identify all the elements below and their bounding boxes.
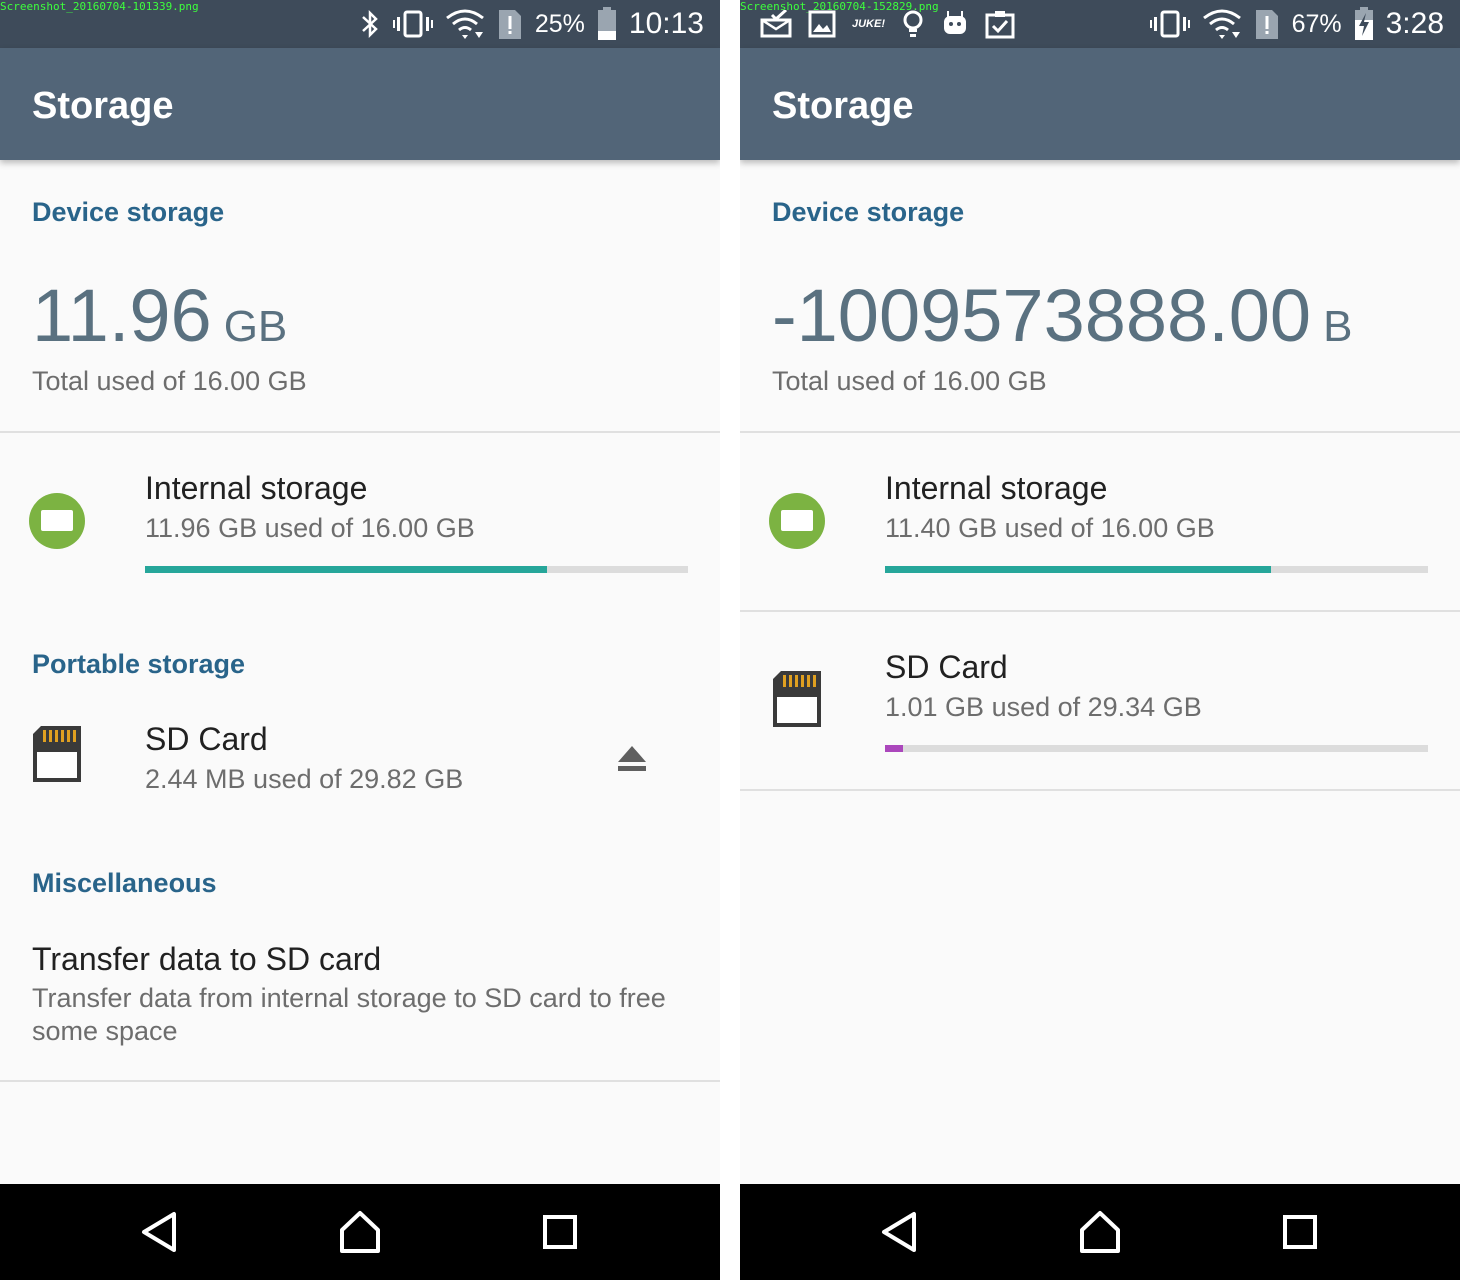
status-right: 67% 3:28 bbox=[1149, 0, 1444, 48]
internal-storage-summary: 11.96 GB used of 16.00 GB bbox=[145, 513, 475, 543]
sd-card-item[interactable]: SD Card 1.01 GB used of 29.34 GB bbox=[740, 612, 1460, 788]
screenshot-filename: Screenshot_20160704-101339.png bbox=[0, 0, 199, 13]
status-bar: Screenshot_20160704-152829.png JUKE! 67%… bbox=[740, 0, 1460, 48]
app-bar: Storage bbox=[740, 48, 1460, 160]
total-used-summary: -1009573888.00 B bbox=[772, 276, 1352, 356]
internal-storage-item[interactable]: Internal storage 11.40 GB used of 16.00 … bbox=[740, 433, 1460, 609]
navigation-bar bbox=[740, 1184, 1460, 1280]
mail-check-icon bbox=[760, 10, 792, 38]
total-used-unit: GB bbox=[223, 302, 288, 351]
vibrate-icon bbox=[1149, 10, 1190, 38]
clock: 10:13 bbox=[628, 7, 704, 40]
chip-icon bbox=[769, 493, 825, 549]
internal-storage-progress bbox=[145, 566, 688, 573]
gallery-icon bbox=[808, 10, 836, 38]
transfer-title: Transfer data to SD card bbox=[32, 941, 382, 977]
sd-card-summary: 1.01 GB used of 29.34 GB bbox=[885, 692, 1202, 722]
sd-card-progress bbox=[885, 745, 1428, 752]
internal-storage-title: Internal storage bbox=[145, 470, 368, 506]
home-icon[interactable] bbox=[1076, 1208, 1124, 1256]
juke-icon: JUKE! bbox=[852, 18, 886, 30]
portable-storage-header: Portable storage bbox=[32, 649, 246, 679]
vibrate-icon bbox=[392, 10, 433, 38]
total-used-caption: Total used of 16.00 GB bbox=[772, 366, 1047, 396]
lightbulb-icon bbox=[903, 10, 923, 37]
total-used-caption: Total used of 16.00 GB bbox=[32, 366, 307, 396]
sd-card-icon bbox=[773, 671, 821, 727]
sim-alert-icon bbox=[1255, 10, 1278, 39]
page-title: Storage bbox=[32, 85, 174, 127]
transfer-description-line1: Transfer data from internal storage to S… bbox=[32, 983, 666, 1013]
divider bbox=[0, 1080, 720, 1082]
status-bar: Screenshot_20160704-101339.png 25% 10:13 bbox=[0, 0, 720, 48]
navigation-bar bbox=[0, 1184, 720, 1280]
bluetooth-icon bbox=[362, 9, 378, 39]
android-robot-icon bbox=[944, 11, 967, 34]
sd-card-title: SD Card bbox=[145, 721, 268, 757]
total-used-summary: 11.96 GB bbox=[32, 276, 287, 356]
total-used-value: 11.96 bbox=[32, 274, 212, 357]
page-title: Storage bbox=[772, 85, 914, 127]
transfer-data-item[interactable]: Transfer data to SD card Transfer data f… bbox=[0, 920, 720, 1080]
status-right: 25% 10:13 bbox=[359, 0, 704, 48]
internal-storage-progress-fill bbox=[885, 566, 1271, 573]
sd-card-title: SD Card bbox=[885, 649, 1008, 685]
device-storage-header: Device storage bbox=[32, 197, 225, 227]
clock: 3:28 bbox=[1385, 7, 1444, 40]
sd-card-progress-fill bbox=[885, 745, 904, 752]
sim-alert-icon bbox=[498, 10, 521, 39]
internal-storage-title: Internal storage bbox=[885, 470, 1108, 506]
home-icon[interactable] bbox=[336, 1208, 384, 1256]
back-icon[interactable] bbox=[136, 1208, 184, 1256]
recents-icon[interactable] bbox=[536, 1208, 584, 1256]
total-used-unit: B bbox=[1323, 302, 1353, 351]
internal-storage-progress bbox=[885, 566, 1428, 573]
recents-icon[interactable] bbox=[1276, 1208, 1324, 1256]
battery-icon bbox=[597, 7, 616, 40]
internal-storage-summary: 11.40 GB used of 16.00 GB bbox=[885, 513, 1215, 543]
clipboard-check-icon bbox=[985, 11, 1015, 39]
wifi-icon bbox=[445, 9, 484, 39]
device-storage-header: Device storage bbox=[772, 197, 965, 227]
left-screen: Screenshot_20160704-101339.png 25% 10:13… bbox=[0, 0, 720, 1280]
transfer-description-line2: some space bbox=[32, 1016, 178, 1046]
sd-card-icon bbox=[33, 726, 81, 782]
divider bbox=[740, 789, 1460, 791]
wifi-icon bbox=[1202, 9, 1241, 39]
internal-storage-item[interactable]: Internal storage 11.96 GB used of 16.00 … bbox=[0, 433, 720, 603]
total-used-value: -1009573888.00 bbox=[772, 274, 1312, 357]
sd-card-item[interactable]: SD Card 2.44 MB used of 29.82 GB bbox=[0, 700, 720, 830]
app-bar: Storage bbox=[0, 48, 720, 160]
battery-percent: 25% bbox=[534, 9, 585, 38]
right-screen: Screenshot_20160704-152829.png JUKE! 67%… bbox=[740, 0, 1460, 1280]
notification-icons: JUKE! bbox=[760, 0, 1015, 48]
battery-percent: 67% bbox=[1291, 9, 1342, 38]
chip-icon bbox=[29, 493, 85, 549]
eject-icon[interactable] bbox=[617, 744, 647, 772]
battery-charging-icon bbox=[1354, 7, 1373, 40]
sd-card-summary: 2.44 MB used of 29.82 GB bbox=[145, 764, 464, 794]
internal-storage-progress-fill bbox=[145, 566, 547, 573]
back-icon[interactable] bbox=[876, 1208, 924, 1256]
miscellaneous-header: Miscellaneous bbox=[32, 868, 217, 898]
